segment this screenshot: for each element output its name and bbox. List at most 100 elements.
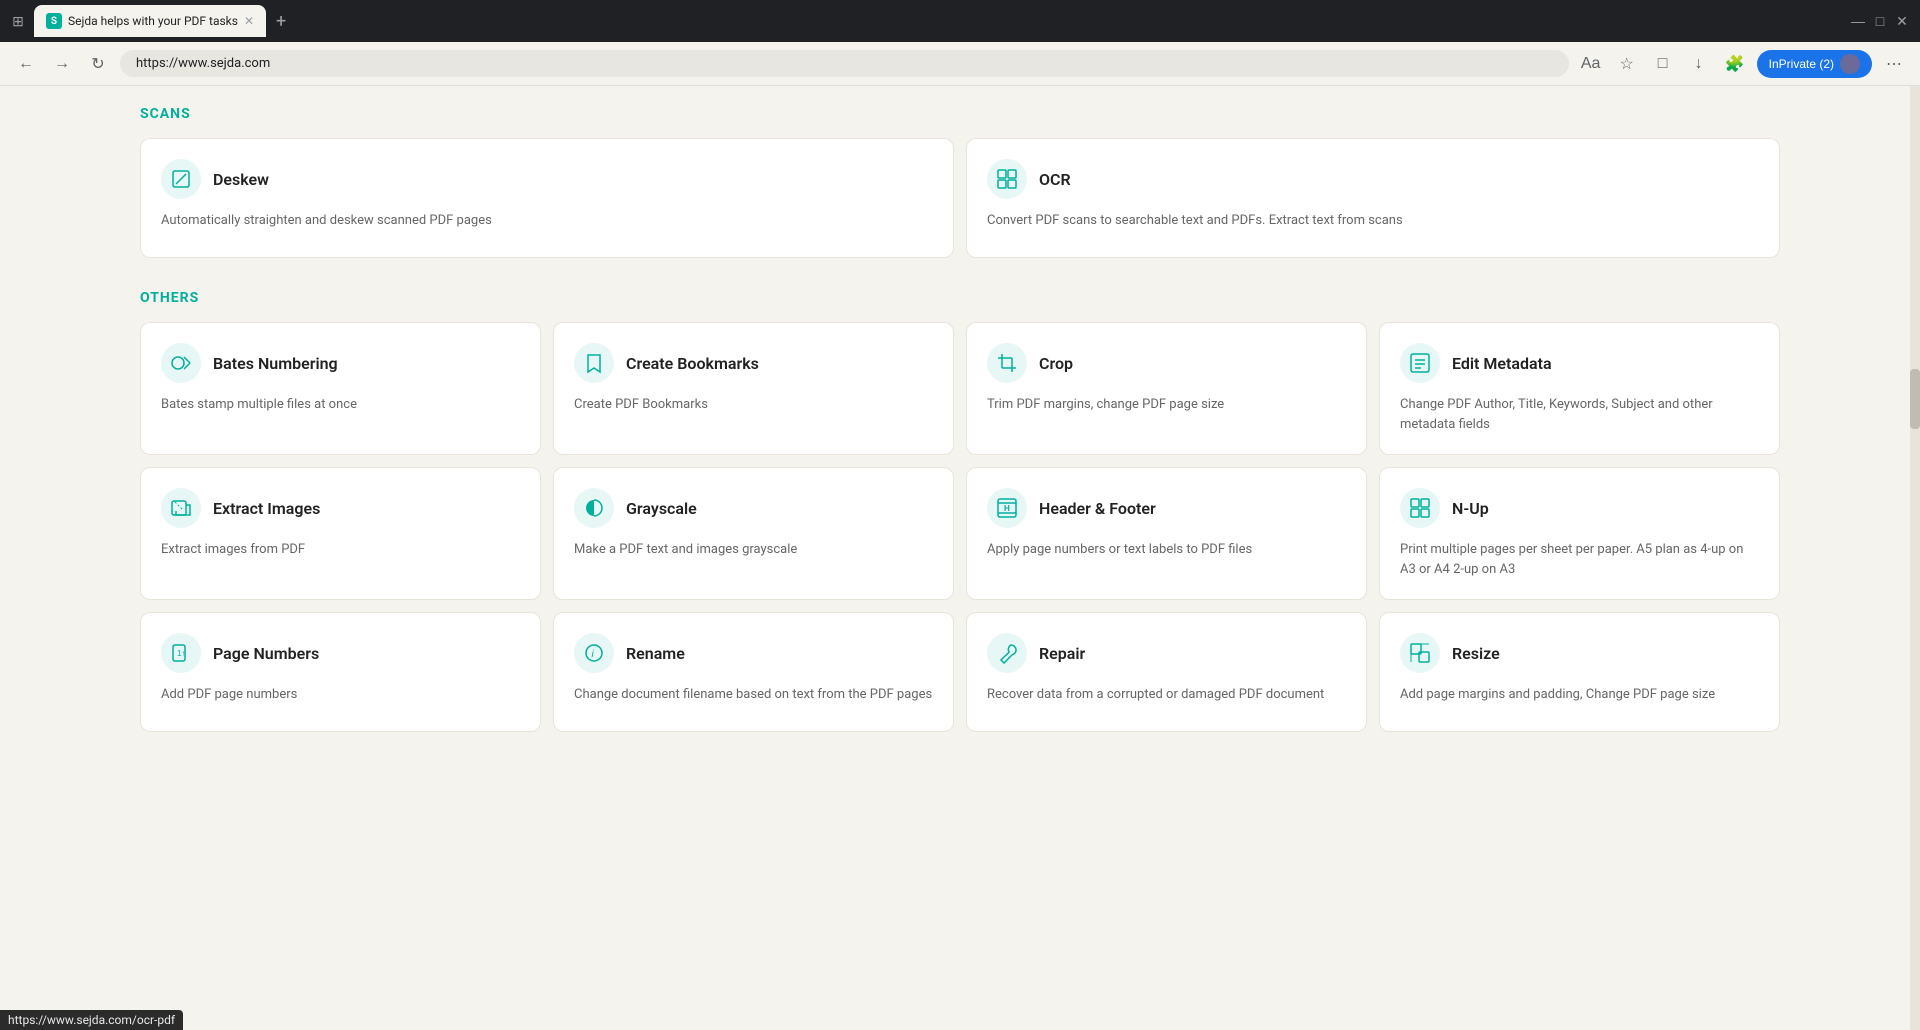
ocr-card-header: OCR — [987, 159, 1759, 199]
maximize-icon[interactable]: □ — [1872, 13, 1888, 29]
new-tab-icon[interactable]: + — [270, 11, 292, 32]
deskew-card[interactable]: Deskew Automatically straighten and desk… — [140, 138, 954, 258]
create-bookmarks-description: Create PDF Bookmarks — [574, 395, 933, 415]
deskew-title: Deskew — [213, 170, 269, 189]
deskew-description: Automatically straighten and deskew scan… — [161, 211, 933, 231]
create-bookmarks-icon — [574, 343, 614, 383]
n-up-title: N-Up — [1452, 499, 1489, 518]
header-footer-header: H Header & Footer — [987, 488, 1346, 528]
avatar — [1840, 54, 1860, 74]
minimize-icon[interactable]: — — [1850, 13, 1866, 29]
tab-close-icon[interactable]: ✕ — [244, 14, 254, 28]
edit-metadata-title: Edit Metadata — [1452, 354, 1552, 373]
svg-text:i: i — [592, 649, 595, 660]
extract-images-title: Extract Images — [213, 499, 320, 518]
reader-mode-icon[interactable]: Aa — [1577, 50, 1605, 78]
resize-description: Add page margins and padding, Change PDF… — [1400, 685, 1759, 705]
n-up-header: N-Up — [1400, 488, 1759, 528]
scrollbar-track[interactable] — [1910, 86, 1920, 1030]
scrollbar-thumb[interactable] — [1910, 369, 1920, 429]
menu-icon[interactable]: ⋯ — [1880, 50, 1908, 78]
header-footer-description: Apply page numbers or text labels to PDF… — [987, 540, 1346, 560]
page-numbers-card[interactable]: 1↑ Page Numbers Add PDF page numbers — [140, 612, 541, 732]
resize-card[interactable]: Resize Add page margins and padding, Cha… — [1379, 612, 1780, 732]
tab-bar: S Sejda helps with your PDF tasks ✕ + — [34, 5, 1842, 37]
collections-icon[interactable]: □ — [1649, 50, 1677, 78]
downloads-icon[interactable]: ↓ — [1685, 50, 1713, 78]
page-numbers-header: 1↑ Page Numbers — [161, 633, 520, 673]
grayscale-description: Make a PDF text and images grayscale — [574, 540, 933, 560]
repair-title: Repair — [1039, 644, 1085, 663]
nav-bar: ← → ↻ https://www.sejda.com Aa ☆ □ ↓ 🧩 I… — [0, 42, 1920, 86]
profile-label: InPrivate (2) — [1769, 57, 1834, 71]
repair-header: Repair — [987, 633, 1346, 673]
extract-images-card[interactable]: Extract Images Extract images from PDF — [140, 467, 541, 600]
deskew-card-header: Deskew — [161, 159, 933, 199]
repair-description: Recover data from a corrupted or damaged… — [987, 685, 1346, 705]
edit-metadata-icon — [1400, 343, 1440, 383]
resize-icon — [1400, 633, 1440, 673]
rename-card[interactable]: i Rename Change document filename based … — [553, 612, 954, 732]
rename-description: Change document filename based on text f… — [574, 685, 933, 705]
ocr-icon — [987, 159, 1027, 199]
crop-title: Crop — [1039, 354, 1073, 373]
edit-metadata-card[interactable]: Edit Metadata Change PDF Author, Title, … — [1379, 322, 1780, 455]
resize-header: Resize — [1400, 633, 1759, 673]
grid-icon[interactable]: ⊞ — [10, 13, 26, 29]
others-section-title: OTHERS — [140, 290, 1780, 306]
create-bookmarks-card[interactable]: Create Bookmarks Create PDF Bookmarks — [553, 322, 954, 455]
main-content: SCANS Deskew Automatically straighten an… — [0, 86, 1920, 784]
extensions-icon[interactable]: 🧩 — [1721, 50, 1749, 78]
tab-title: Sejda helps with your PDF tasks — [68, 14, 238, 28]
browser-window-controls[interactable]: ⊞ — [10, 13, 26, 29]
others-cards-grid: Bates Numbering Bates stamp multiple fil… — [140, 322, 1780, 732]
svg-text:1↑: 1↑ — [177, 649, 185, 658]
n-up-icon — [1400, 488, 1440, 528]
grayscale-card[interactable]: Grayscale Make a PDF text and images gra… — [553, 467, 954, 600]
create-bookmarks-header: Create Bookmarks — [574, 343, 933, 383]
browser-window-action-buttons[interactable]: — □ ✕ — [1850, 13, 1910, 29]
n-up-description: Print multiple pages per sheet per paper… — [1400, 540, 1759, 579]
bates-numbering-card[interactable]: Bates Numbering Bates stamp multiple fil… — [140, 322, 541, 455]
repair-card[interactable]: Repair Recover data from a corrupted or … — [966, 612, 1367, 732]
crop-header: Crop — [987, 343, 1346, 383]
ocr-title: OCR — [1039, 170, 1071, 189]
tab-favicon: S — [46, 13, 62, 29]
grayscale-title: Grayscale — [626, 499, 697, 518]
back-button[interactable]: ← — [12, 50, 40, 78]
repair-icon — [987, 633, 1027, 673]
active-tab[interactable]: S Sejda helps with your PDF tasks ✕ — [34, 5, 266, 37]
crop-card[interactable]: Crop Trim PDF margins, change PDF page s… — [966, 322, 1367, 455]
header-footer-title: Header & Footer — [1039, 499, 1156, 518]
rename-header: i Rename — [574, 633, 933, 673]
bates-numbering-icon — [161, 343, 201, 383]
favorites-icon[interactable]: ☆ — [1613, 50, 1641, 78]
extract-images-description: Extract images from PDF — [161, 540, 520, 560]
n-up-card[interactable]: N-Up Print multiple pages per sheet per … — [1379, 467, 1780, 600]
edit-metadata-header: Edit Metadata — [1400, 343, 1759, 383]
bates-numbering-title: Bates Numbering — [213, 354, 338, 373]
refresh-button[interactable]: ↻ — [84, 50, 112, 78]
url-text: https://www.sejda.com — [136, 56, 270, 71]
ocr-card[interactable]: OCR Convert PDF scans to searchable text… — [966, 138, 1780, 258]
extract-images-icon — [161, 488, 201, 528]
edit-metadata-description: Change PDF Author, Title, Keywords, Subj… — [1400, 395, 1759, 434]
header-footer-card[interactable]: H Header & Footer Apply page numbers or … — [966, 467, 1367, 600]
profile-button[interactable]: InPrivate (2) — [1757, 50, 1872, 78]
status-url: https://www.sejda.com/ocr-pdf — [8, 1013, 175, 1027]
header-footer-icon: H — [987, 488, 1027, 528]
crop-icon — [987, 343, 1027, 383]
bates-numbering-header: Bates Numbering — [161, 343, 520, 383]
rename-icon: i — [574, 633, 614, 673]
rename-title: Rename — [626, 644, 685, 663]
scans-cards-grid: Deskew Automatically straighten and desk… — [140, 138, 1780, 258]
address-bar[interactable]: https://www.sejda.com — [120, 50, 1569, 77]
deskew-icon — [161, 159, 201, 199]
create-bookmarks-title: Create Bookmarks — [626, 354, 759, 373]
close-icon[interactable]: ✕ — [1894, 13, 1910, 29]
scans-section-title: SCANS — [140, 106, 1780, 122]
forward-button[interactable]: → — [48, 50, 76, 78]
browser-chrome: ⊞ S Sejda helps with your PDF tasks ✕ + … — [0, 0, 1920, 42]
page-numbers-title: Page Numbers — [213, 644, 319, 663]
extract-images-header: Extract Images — [161, 488, 520, 528]
